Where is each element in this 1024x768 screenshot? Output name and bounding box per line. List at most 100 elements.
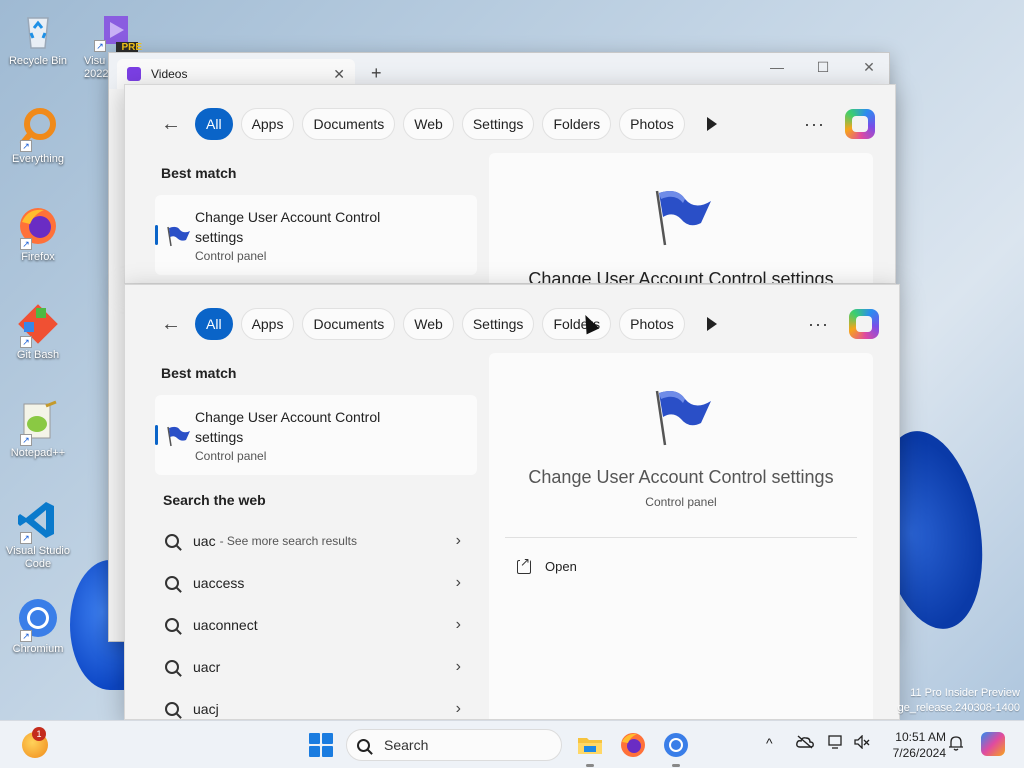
uac-flag-large-icon xyxy=(649,387,713,452)
filter-bar: ← All Apps Documents Web Settings Folder… xyxy=(161,107,875,141)
everything-search-icon: ↗ xyxy=(16,106,60,152)
preview-title: Change User Account Control settings xyxy=(528,467,834,487)
more-options-icon[interactable]: ··· xyxy=(804,114,825,135)
web-result-row[interactable]: uacj › xyxy=(165,689,461,719)
minimize-button[interactable]: — xyxy=(757,59,797,75)
filter-folders[interactable]: Folders xyxy=(542,108,612,140)
video-app-icon xyxy=(127,67,141,81)
shortcut-arrow-icon: ↗ xyxy=(20,630,32,642)
best-match-subtitle: Control panel xyxy=(195,249,267,263)
filter-documents[interactable]: Documents xyxy=(302,308,396,340)
taskbar: 1 Search ^ 10:51 AM 7/26/2024 xyxy=(0,720,1024,768)
best-match-result[interactable]: Change User Account Control settings Con… xyxy=(155,395,477,475)
filter-folders[interactable]: Folders xyxy=(542,308,612,340)
start-button[interactable] xyxy=(309,733,333,757)
watermark-line: 11 Pro Insider Preview xyxy=(910,687,1020,699)
tab-title: Videos xyxy=(151,67,188,81)
notepad-plus-plus-icon: ↗ xyxy=(16,400,60,446)
desktop-icon-label: Chromium xyxy=(12,643,64,655)
chevron-right-icon: › xyxy=(455,616,461,633)
best-match-title: Change User Account Control settings xyxy=(195,209,381,245)
back-arrow-icon[interactable]: ← xyxy=(161,113,185,136)
close-button[interactable]: ✕ xyxy=(849,59,889,76)
copilot-icon[interactable] xyxy=(845,109,875,139)
desktop-icon-chromium[interactable]: ↗ Chromium xyxy=(2,596,74,656)
running-indicator xyxy=(672,764,680,767)
desktop-icon-label: Everything xyxy=(12,153,64,165)
desktop-icon-notepad-plus-plus[interactable]: ↗ Notepad++ xyxy=(2,400,74,460)
web-result-term: uac xyxy=(193,533,216,549)
filter-photos[interactable]: Photos xyxy=(619,108,685,140)
shortcut-arrow-icon: ↗ xyxy=(20,238,32,250)
chevron-right-icon: › xyxy=(455,700,461,717)
uac-flag-large-icon xyxy=(649,187,713,252)
desktop-icon-git-bash[interactable]: ↗ Git Bash xyxy=(2,302,74,362)
web-result-row[interactable]: uaccess › xyxy=(165,563,461,603)
desktop-icon-label: Visual Studio Code xyxy=(5,545,70,570)
web-result-term: uacr xyxy=(193,659,221,675)
firefox-icon xyxy=(621,733,645,757)
new-tab-button[interactable]: + xyxy=(371,63,382,84)
notification-badge: 1 xyxy=(32,727,46,741)
web-result-term: uaconnect xyxy=(193,617,258,633)
filter-bar: ← All Apps Documents Web Settings Folder… xyxy=(161,307,879,341)
desktop-icon-everything[interactable]: ↗ Everything xyxy=(2,106,74,166)
filter-documents[interactable]: Documents xyxy=(302,108,396,140)
maximize-button[interactable]: ☐ xyxy=(803,59,843,76)
open-action[interactable]: Open xyxy=(517,554,577,574)
preview-title: Change User Account Control settings xyxy=(528,269,834,284)
web-result-hint: - See more search results xyxy=(219,534,357,548)
filter-settings[interactable]: Settings xyxy=(461,308,535,340)
web-result-row[interactable]: uacr › xyxy=(165,647,461,687)
open-action-label: Open xyxy=(545,559,577,574)
desktop-icon-vscode[interactable]: ↗ Visual Studio Code xyxy=(2,498,74,571)
best-match-label: Best match xyxy=(161,165,237,181)
preview-pane: Change User Account Control settings xyxy=(489,153,873,284)
tab-close-icon[interactable]: ✕ xyxy=(333,66,345,83)
taskbar-firefox[interactable] xyxy=(619,731,647,759)
filter-settings[interactable]: Settings xyxy=(461,108,535,140)
shortcut-arrow-icon: ↗ xyxy=(20,140,32,152)
notification-bell-icon[interactable] xyxy=(949,735,963,754)
shortcut-arrow-icon: ↗ xyxy=(20,434,32,446)
desktop-icon-label: Recycle Bin xyxy=(8,55,68,67)
search-icon xyxy=(165,576,179,590)
web-result-row[interactable]: uaconnect › xyxy=(165,605,461,645)
taskbar-chromium[interactable] xyxy=(662,731,690,767)
chromium-icon: ↗ xyxy=(16,596,60,642)
search-icon xyxy=(165,618,179,632)
preview-pane: Change User Account Control settings Con… xyxy=(489,353,873,719)
filter-photos[interactable]: Photos xyxy=(619,308,685,340)
onedrive-offline-icon[interactable] xyxy=(796,735,814,752)
show-hidden-icons-chevron-icon[interactable]: ^ xyxy=(766,735,773,751)
copilot-icon[interactable] xyxy=(849,309,879,339)
taskbar-file-explorer[interactable] xyxy=(576,731,604,767)
copilot-preview-icon[interactable] xyxy=(980,731,1006,760)
desktop-icon-label: Notepad++ xyxy=(10,447,66,459)
filter-web[interactable]: Web xyxy=(403,308,454,340)
more-options-icon[interactable]: ··· xyxy=(808,314,829,335)
filter-all[interactable]: All xyxy=(195,308,233,340)
filter-web[interactable]: Web xyxy=(403,108,454,140)
windows-logo-icon xyxy=(309,746,320,757)
volume-muted-icon[interactable] xyxy=(854,734,870,752)
desktop-icon-firefox[interactable]: ↗ Firefox xyxy=(2,204,74,264)
open-external-icon xyxy=(517,554,531,574)
selection-accent xyxy=(155,225,158,245)
filter-apps[interactable]: Apps xyxy=(240,308,295,340)
filter-all[interactable]: All xyxy=(195,108,233,140)
visual-studio-icon: ↗ PRE xyxy=(94,8,142,53)
filter-apps[interactable]: Apps xyxy=(240,108,295,140)
best-match-result[interactable]: Change User Account Control settings Con… xyxy=(155,195,477,275)
more-filters-play-icon[interactable] xyxy=(697,109,727,139)
web-result-row[interactable]: uac - See more search results › xyxy=(165,521,461,561)
desktop-icon-recycle-bin[interactable]: Recycle Bin xyxy=(2,8,74,68)
clock-date: 7/26/2024 xyxy=(892,746,946,760)
network-icon[interactable] xyxy=(828,735,844,752)
more-filters-play-icon[interactable] xyxy=(697,309,727,339)
back-arrow-icon[interactable]: ← xyxy=(161,313,185,336)
best-match-subtitle: Control panel xyxy=(195,449,267,463)
clock[interactable]: 10:51 AM 7/26/2024 xyxy=(880,729,946,761)
chevron-right-icon: › xyxy=(455,532,461,549)
taskbar-search-box[interactable]: Search xyxy=(346,729,562,761)
